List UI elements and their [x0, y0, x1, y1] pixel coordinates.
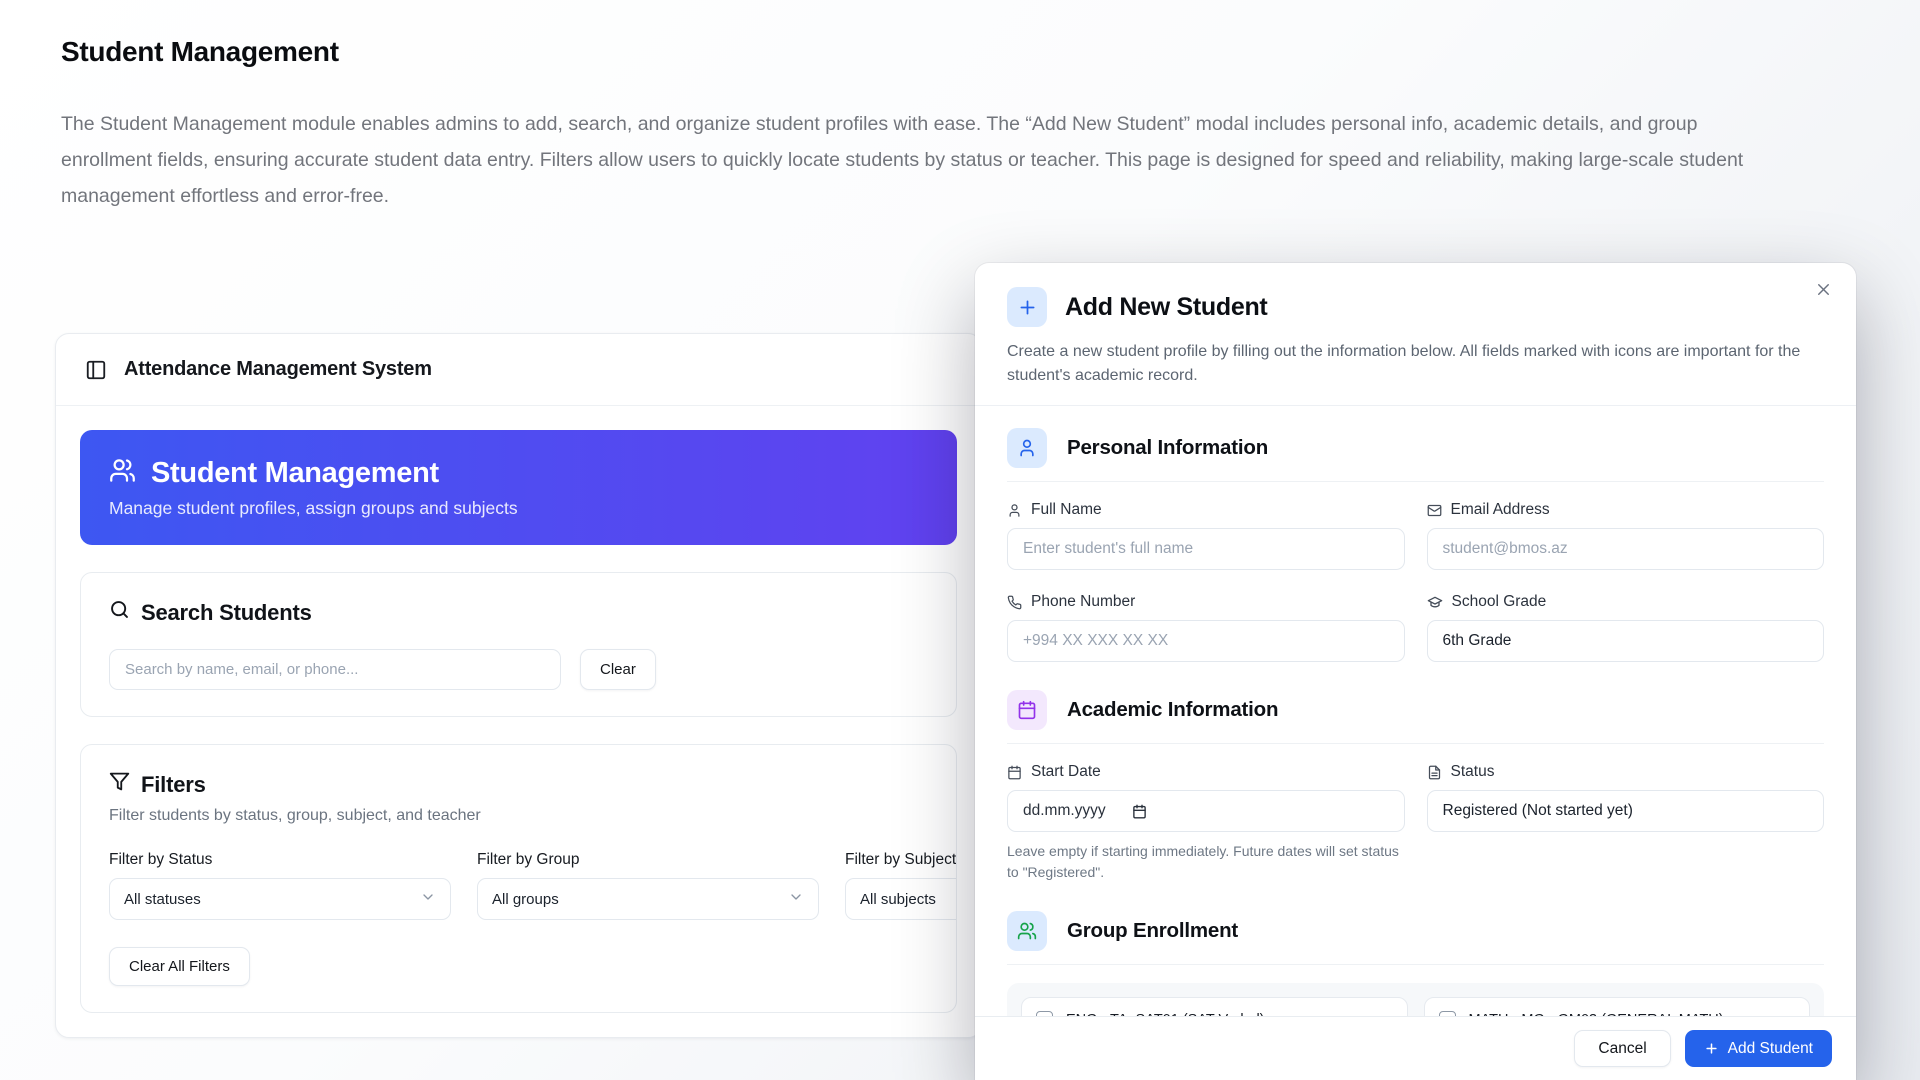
filter-status-group: Filter by Status All statuses [109, 851, 451, 920]
start-date-label: Start Date [1031, 763, 1101, 780]
status-value: Registered (Not started yet) [1442, 802, 1633, 819]
search-input[interactable] [109, 649, 561, 690]
status-group: Status Registered (Not started yet) [1426, 763, 1824, 883]
mail-icon [1427, 504, 1441, 516]
full-name-field[interactable] [1007, 528, 1405, 570]
email-label: Email Address [1450, 501, 1550, 518]
modal-footer: Cancel Add Student [975, 1016, 1856, 1080]
module-banner: Student Management Manage student profil… [80, 430, 957, 545]
user-icon [1007, 428, 1047, 468]
add-student-modal: Add New Student Create a new student pro… [975, 263, 1856, 1080]
modal-title: Add New Student [1065, 292, 1268, 321]
filters-subtitle: Filter students by status, group, subjec… [109, 807, 481, 824]
academic-information-heading: Academic Information [1067, 698, 1279, 721]
phone-label: Phone Number [1031, 593, 1136, 610]
cancel-button[interactable]: Cancel [1574, 1030, 1671, 1067]
plus-icon [1007, 287, 1047, 327]
app-card-header: Attendance Management System [56, 334, 981, 406]
school-grade-group: School Grade 6th Grade [1426, 593, 1824, 662]
full-name-label: Full Name [1031, 501, 1102, 518]
school-grade-label: School Grade [1451, 593, 1547, 610]
panel-left-icon[interactable] [85, 359, 107, 381]
phone-field[interactable] [1007, 620, 1405, 662]
calendar-icon [1008, 765, 1021, 779]
group-option-math-gm03[interactable]: MATH - MG - GM03 (GENERAL MATH) [1423, 997, 1810, 1016]
filter-status-label: Filter by Status [109, 851, 213, 868]
subject-filter-select[interactable]: All subjects [845, 878, 956, 920]
filter-subject-group: Filter by Subject All subjects [845, 851, 957, 920]
banner-subtitle: Manage student profiles, assign groups a… [109, 497, 518, 518]
start-date-placeholder: dd.mm.yyyy [1023, 802, 1106, 819]
app-card-body: Student Management Manage student profil… [56, 406, 981, 1037]
clear-search-button[interactable]: Clear [580, 649, 656, 690]
users-icon [109, 457, 136, 489]
search-heading: Search Students [141, 599, 312, 625]
personal-information-section: Personal Information Full Name Email Add… [1007, 428, 1824, 662]
group-option-eng-sat01[interactable]: ENG - TA -SAT01 (SAT Verbal) [1021, 997, 1408, 1016]
banner-title: Student Management [151, 456, 439, 489]
personal-information-heading: Personal Information [1067, 436, 1269, 459]
app-title: Attendance Management System [124, 358, 432, 380]
search-section: Search Students Clear [80, 572, 957, 717]
add-student-button[interactable]: Add Student [1684, 1030, 1832, 1067]
chevron-down-icon [420, 889, 436, 909]
group-filter-select[interactable]: All groups [477, 878, 819, 920]
group-enrollment-section: Group Enrollment ENG - TA -SAT01 (SAT Ve… [1007, 911, 1824, 1016]
email-group: Email Address [1426, 501, 1824, 570]
group-filter-value: All groups [492, 890, 559, 908]
modal-body: Personal Information Full Name Email Add… [975, 406, 1856, 1016]
clear-all-filters-button[interactable]: Clear All Filters [109, 947, 250, 986]
calendar-icon [1007, 690, 1047, 730]
academic-information-section: Academic Information Start Date dd.mm.yy… [1007, 690, 1824, 883]
phone-group: Phone Number [1007, 593, 1405, 662]
email-field[interactable] [1426, 528, 1824, 570]
school-grade-value: 6th Grade [1442, 632, 1512, 649]
search-icon [109, 599, 130, 626]
file-text-icon [1428, 765, 1440, 779]
modal-description: Create a new student profile by filling … [1007, 343, 1801, 384]
phone-icon [1007, 595, 1022, 609]
graduation-cap-icon [1427, 596, 1442, 608]
status-filter-select[interactable]: All statuses [109, 878, 451, 920]
start-date-field[interactable]: dd.mm.yyyy [1007, 790, 1405, 832]
full-name-group: Full Name [1007, 501, 1405, 570]
page-title: Student Management [61, 36, 339, 67]
filter-group-group: Filter by Group All groups [477, 851, 819, 920]
filters-heading: Filters [141, 771, 206, 797]
calendar-picker-icon[interactable] [1132, 804, 1147, 819]
add-student-button-label: Add Student [1727, 1039, 1813, 1057]
user-icon [1009, 503, 1020, 517]
modal-header: Add New Student Create a new student pro… [975, 263, 1856, 406]
school-grade-select[interactable]: 6th Grade [1426, 620, 1824, 662]
page-description: The Student Management module enables ad… [61, 113, 1744, 207]
status-label: Status [1450, 763, 1495, 780]
group-options-container: ENG - TA -SAT01 (SAT Verbal) MATH - MG -… [1007, 983, 1824, 1016]
status-select[interactable]: Registered (Not started yet) [1426, 790, 1824, 832]
filter-subject-label: Filter by Subject [845, 851, 957, 868]
filter-funnel-icon [109, 771, 130, 798]
attendance-management-card: Attendance Management System Student Man… [55, 333, 982, 1038]
subject-filter-value: All subjects [860, 890, 936, 908]
filter-group-label: Filter by Group [477, 851, 580, 868]
chevron-down-icon [788, 889, 804, 909]
close-icon[interactable] [1810, 276, 1837, 306]
start-date-helper: Leave empty if starting immediately. Fut… [1007, 843, 1399, 880]
users-icon [1007, 911, 1047, 951]
status-filter-value: All statuses [124, 890, 201, 908]
filters-section: Filters Filter students by status, group… [80, 744, 957, 1013]
plus-icon [1706, 1043, 1717, 1054]
group-enrollment-heading: Group Enrollment [1067, 919, 1239, 942]
start-date-group: Start Date dd.mm.yyyy Leave empty if sta… [1007, 763, 1405, 883]
